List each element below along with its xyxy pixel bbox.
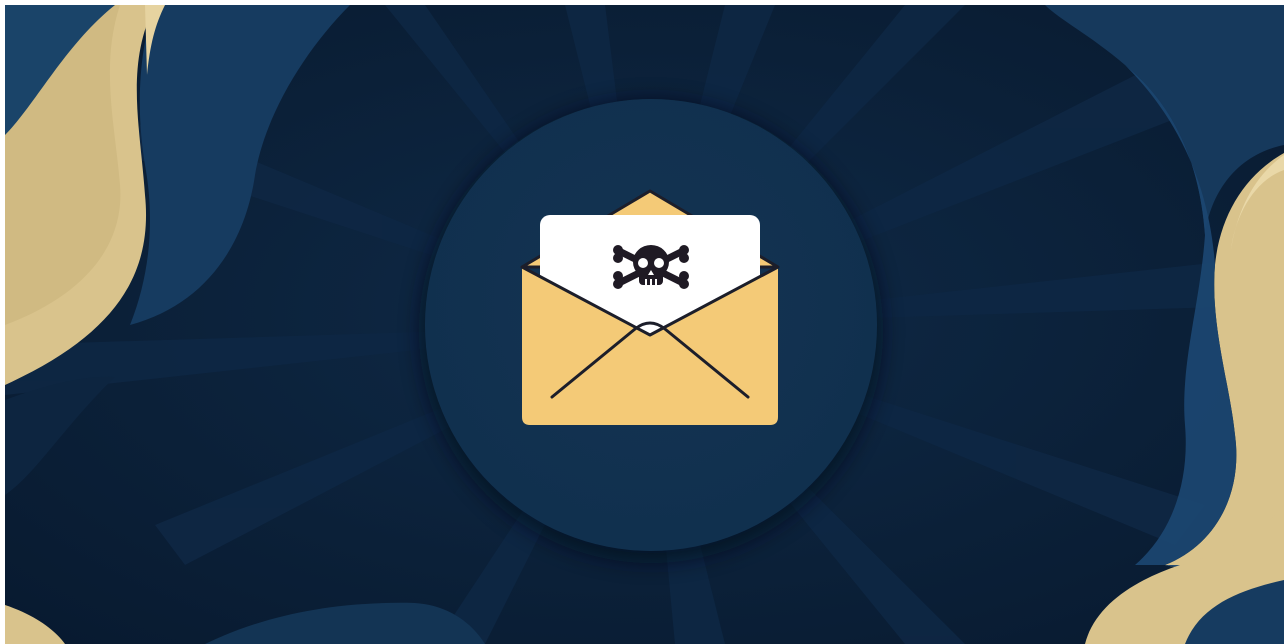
illustration-svg	[5, 5, 1284, 644]
envelope-icon	[520, 189, 780, 425]
illustration-canvas	[5, 5, 1284, 644]
